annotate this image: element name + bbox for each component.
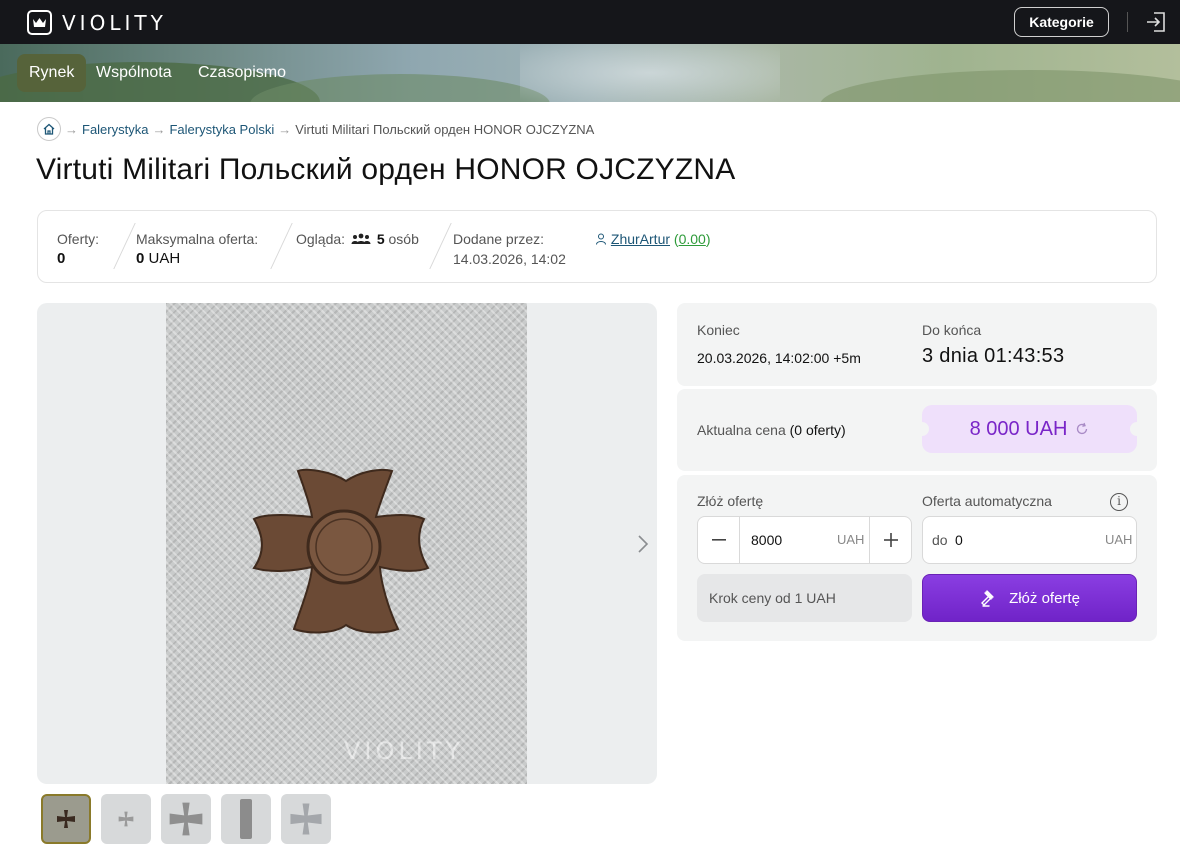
submit-bid-button[interactable]: Złóż ofertę	[922, 574, 1137, 622]
breadcrumb-item-falerystyka-polski[interactable]: Falerystyka Polski	[169, 122, 274, 137]
thumbnail[interactable]	[281, 794, 331, 844]
thumbnail[interactable]	[101, 794, 151, 844]
medal-thumb-icon	[240, 799, 252, 839]
nav-tab-rynek[interactable]: Rynek	[17, 54, 87, 92]
current-price-panel: Aktualna cena (0 oferty) 8 000 UAH	[677, 389, 1157, 471]
badge-notch	[1130, 422, 1144, 436]
submit-bid-label: Złóż ofertę	[1009, 589, 1080, 607]
stat-watching-label: Ogląda:	[296, 231, 346, 247]
price-step-info: Krok ceny od 1 UAH	[697, 574, 912, 622]
increase-button[interactable]	[869, 517, 911, 563]
auto-bid-label: Oferta automatyczna	[922, 493, 1052, 509]
stat-added-by: Dodane przez: 14.03.2026, 14:02	[453, 229, 566, 269]
breadcrumb: → Falerystyka → Falerystyka Polski → Vir…	[37, 117, 594, 141]
breadcrumb-separator: →	[65, 121, 78, 137]
nav-tab-wspolnota[interactable]: Wspólnota	[84, 54, 184, 92]
medal-thumb-icon	[169, 802, 203, 836]
page-title: Virtuti Militari Польский орден HONOR OJ…	[36, 153, 736, 186]
current-price-label-text: Aktualna cena	[697, 422, 786, 438]
login-icon[interactable]	[1145, 11, 1167, 33]
seller-rating-close: )	[705, 231, 711, 247]
badge-notch	[915, 422, 929, 436]
stat-offers-value: 0	[57, 250, 66, 267]
logo[interactable]: VIOLITY	[27, 10, 167, 35]
home-icon[interactable]	[37, 117, 61, 141]
nav-tab-czasopismo[interactable]: Czasopismo	[186, 54, 298, 92]
header-divider	[1127, 12, 1128, 32]
stat-max-offer-amount: 0	[136, 250, 145, 267]
stat-divider	[270, 223, 293, 269]
stat-offers-label: Oferty:	[57, 231, 100, 247]
auction-end-panel: Koniec 20.03.2026, 14:02:00 +5m Do końca…	[677, 303, 1157, 386]
remaining-label: Do końca	[922, 322, 982, 338]
chevron-right-icon[interactable]	[635, 533, 651, 555]
end-datetime: 20.03.2026, 14:02:00 +5m	[697, 350, 861, 366]
auto-bid-field: do UAH	[922, 516, 1137, 564]
seller-info: ZhurArtur (0.00)	[595, 229, 711, 249]
thumbnail[interactable]	[221, 794, 271, 844]
medal-thumb-icon	[118, 811, 134, 827]
refresh-icon[interactable]	[1075, 422, 1089, 436]
current-price-offers: (0 oferty)	[789, 422, 846, 438]
lot-photo[interactable]	[166, 303, 527, 784]
countdown-timer: 3 dnia 01:43:53	[922, 345, 1065, 367]
people-icon	[351, 233, 371, 244]
bid-label: Złóż ofertę	[697, 493, 764, 509]
watermark: VIOLITY	[344, 737, 465, 765]
decrease-button[interactable]	[698, 517, 740, 563]
auto-bid-prefix: do	[932, 532, 948, 548]
minus-icon	[711, 539, 726, 541]
current-price-badge: 8 000 UAH	[915, 405, 1144, 453]
top-header: VIOLITY Kategorie	[0, 0, 1180, 44]
thumbnail-strip	[41, 794, 331, 844]
medal-cross-image	[252, 468, 430, 634]
thumbnail[interactable]	[41, 794, 91, 844]
stat-max-offer-label: Maksymalna oferta:	[136, 231, 259, 247]
bid-amount-input[interactable]	[751, 517, 831, 563]
gavel-icon	[981, 590, 994, 607]
logo-text: VIOLITY	[62, 10, 167, 35]
medal-thumb-icon	[290, 803, 322, 835]
kategorie-button[interactable]: Kategorie	[1014, 7, 1109, 37]
end-label: Koniec	[697, 322, 740, 338]
current-price-value: 8 000 UAH	[969, 417, 1068, 440]
breadcrumb-separator: →	[152, 121, 166, 137]
breadcrumb-separator: →	[278, 121, 292, 137]
breadcrumb-item-falerystyka[interactable]: Falerystyka	[82, 122, 148, 137]
stat-watching: Ogląda: 5 osób	[296, 229, 419, 249]
stat-added-by-label: Dodane przez:	[453, 231, 545, 247]
crown-icon	[27, 10, 52, 35]
auto-bid-input[interactable]	[955, 517, 1075, 563]
stat-watching-unit: osób	[388, 231, 419, 247]
stat-watching-count: 5	[376, 231, 385, 247]
seller-rating[interactable]: 0.00	[679, 231, 706, 247]
plus-icon	[883, 533, 898, 547]
banner-decoration	[820, 70, 1180, 102]
stat-divider	[113, 223, 136, 269]
user-icon	[596, 233, 606, 245]
current-price-label: Aktualna cena (0 oferty)	[697, 422, 846, 438]
stat-max-offer: Maksymalna oferta: 0 UAH	[136, 229, 258, 269]
stat-added-date: 14.03.2026, 14:02	[453, 251, 566, 267]
bid-panel: Złóż ofertę Oferta automatyczna i UAH do…	[677, 475, 1157, 641]
breadcrumb-current: Virtuti Militari Польский орден HONOR OJ…	[295, 121, 595, 137]
stat-max-offer-currency: UAH	[148, 250, 181, 267]
seller-name-link[interactable]: ZhurArtur	[611, 231, 670, 247]
image-gallery: VIOLITY	[37, 303, 657, 784]
thumbnail[interactable]	[161, 794, 211, 844]
banner-decoration	[520, 44, 780, 102]
auto-bid-currency: UAH	[1105, 532, 1133, 547]
lot-stats-bar: Oferty: 0 Maksymalna oferta: 0 UAH Ogląd…	[37, 210, 1157, 283]
stat-offers: Oferty: 0	[57, 229, 99, 269]
bid-amount-stepper: UAH	[697, 516, 912, 564]
medal-thumb-icon	[57, 810, 75, 828]
info-icon[interactable]: i	[1110, 493, 1128, 511]
stat-divider	[429, 223, 452, 269]
nav-banner: Rynek Wspólnota Czasopismo	[0, 44, 1180, 102]
bid-currency: UAH	[837, 532, 865, 547]
